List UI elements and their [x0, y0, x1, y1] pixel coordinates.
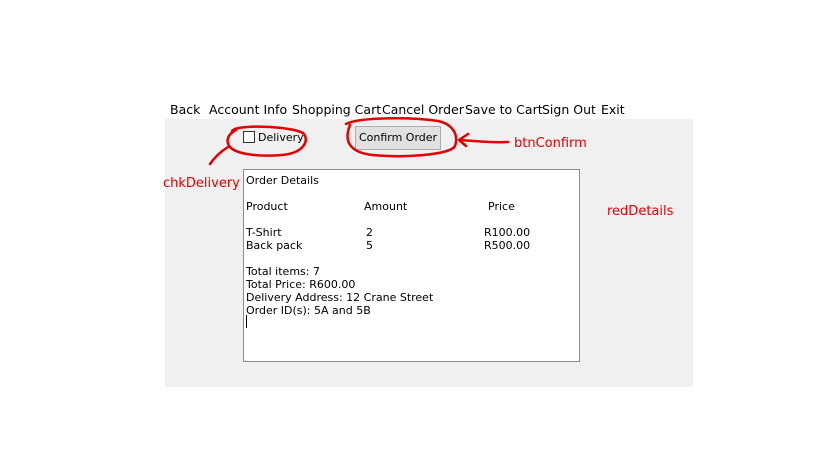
annotation-marks — [208, 117, 510, 166]
confirm-arrow-line — [458, 138, 510, 144]
annotation-red-details: redDetails — [607, 204, 674, 219]
delivery-tail-mark — [208, 145, 230, 166]
confirm-circle-mark — [344, 117, 458, 158]
annotation-btn-confirm: btnConfirm — [514, 136, 587, 151]
annotation-chk-delivery: chkDelivery — [163, 176, 240, 191]
delivery-circle-mark — [226, 125, 308, 157]
